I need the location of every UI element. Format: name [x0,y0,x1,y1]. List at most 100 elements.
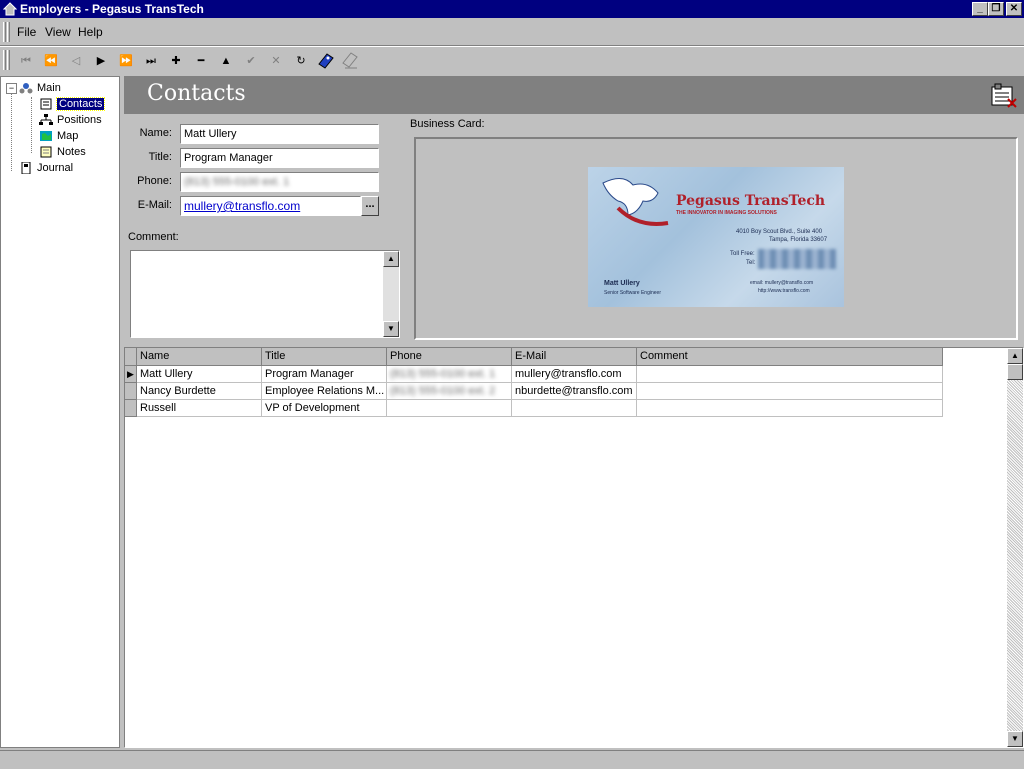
refresh-button[interactable]: ↻ [290,51,312,71]
goto-bookmark-icon[interactable] [341,51,361,71]
tree-item-contacts[interactable]: Contacts [39,96,106,112]
grid-scroll-down-icon[interactable]: ▼ [1007,731,1023,747]
next-page-button[interactable]: ⏩ [115,51,137,71]
tree-item-main[interactable]: Main [19,80,61,96]
row-indicator[interactable] [125,383,137,400]
email-ellipsis-button[interactable]: ... [361,196,379,216]
card-tagline: THE INNOVATOR IN IMAGING SOLUTIONS [676,210,777,216]
row-indicator[interactable] [125,400,137,417]
contacts-grid[interactable]: Name Title Phone E-Mail Comment ▶ Matt U… [124,347,1024,748]
menu-bar: File View Help [0,19,1024,46]
column-header-title[interactable]: Title [262,348,387,366]
title-bar[interactable]: Employers - Pegasus TransTech _ ❐ ✕ [0,0,1024,18]
table-cell-phone[interactable]: (813) 555-0100 ext. 1 [387,366,512,383]
business-card-image: Pegasus TransTech THE INNOVATOR IN IMAGI… [588,167,844,307]
card-web: http://www.transflo.com [758,288,810,294]
cancel-edit-button[interactable]: ✕ [265,51,287,71]
tree-item-journal[interactable]: Journal [19,160,73,176]
phone-label: Phone: [137,175,172,187]
scroll-down-arrow-icon[interactable]: ▼ [383,321,399,337]
restore-button[interactable]: ❐ [988,2,1004,16]
tree-label-journal: Journal [37,162,74,174]
main-icon [19,83,33,94]
post-edit-button[interactable]: ✔ [240,51,262,71]
title-field[interactable]: Program Manager [180,148,379,168]
menu-grip-2[interactable] [7,22,10,42]
status-bar [0,750,1024,769]
table-cell-email[interactable]: mullery@transflo.com [512,366,637,383]
menu-file[interactable]: File [17,25,36,39]
navigation-tree[interactable]: − Main Contacts Positions Map Notes Jour… [0,76,120,748]
card-tollfree: Toll Free: [730,251,755,257]
business-card-label: Business Card: [410,118,485,130]
menu-view[interactable]: View [45,25,71,39]
page-header: Contacts [124,76,1024,114]
tree-label-contacts: Contacts [55,97,106,111]
email-label: E-Mail: [137,199,172,211]
close-button[interactable]: ✕ [1006,2,1022,16]
last-record-button[interactable]: ⏭ [140,51,162,71]
tree-line [11,93,13,171]
bookmark-icon[interactable] [317,52,335,70]
column-header-phone[interactable]: Phone [387,348,512,366]
tree-item-map[interactable]: Map [39,128,78,144]
column-header-name[interactable]: Name [137,348,262,366]
card-tel: Tel: [746,260,756,266]
navigator-toolbar: ⏮ ⏪ ◁ ▶ ⏩ ⏭ ✚ ━ ▲ ✔ ✕ ↻ [0,46,1024,75]
minimize-button[interactable]: _ [972,2,988,16]
table-cell-title[interactable]: Program Manager [262,366,387,383]
column-header-email[interactable]: E-Mail [512,348,637,366]
prior-record-button[interactable]: ◁ [65,51,87,71]
page-title: Contacts [147,81,246,106]
email-link[interactable]: mullery@transflo.com [184,199,300,213]
name-label: Name: [139,127,172,139]
tree-label-notes: Notes [57,146,86,158]
scroll-up-arrow-icon[interactable]: ▲ [383,251,399,267]
map-icon [40,131,52,142]
toolbar-grip[interactable] [3,50,6,70]
table-cell-name[interactable]: Russell [137,400,262,417]
email-field[interactable]: mullery@transflo.com [180,196,361,216]
phone-value: (813) 555-0100 ext. 1 [184,176,290,188]
insert-record-button[interactable]: ✚ [165,51,187,71]
notes-icon [40,146,52,158]
table-cell-phone[interactable]: (813) 555-0100 ext. 2 [387,383,512,400]
column-header-comment[interactable]: Comment [637,348,943,366]
grid-vertical-scrollbar[interactable]: ▲ ▼ [1007,348,1023,747]
menu-help[interactable]: Help [78,25,103,39]
row-indicator-current[interactable]: ▶ [125,366,137,383]
toolbar-grip-2[interactable] [7,50,10,70]
journal-icon [21,162,31,175]
table-cell-email[interactable] [512,400,637,417]
next-record-button[interactable]: ▶ [90,51,112,71]
grid-scroll-thumb[interactable] [1007,364,1023,380]
tree-label-positions: Positions [57,114,102,126]
table-cell-name[interactable]: Nancy Burdette [137,383,262,400]
table-cell-title[interactable]: VP of Development [262,400,387,417]
phone-field[interactable]: (813) 555-0100 ext. 1 [180,172,379,192]
tree-label-main: Main [37,82,61,94]
tree-item-notes[interactable]: Notes [39,144,86,160]
table-cell-phone[interactable] [387,400,512,417]
table-cell-name[interactable]: Matt Ullery [137,366,262,383]
table-cell-title[interactable]: Employee Relations M... [262,383,387,400]
comment-label: Comment: [128,231,179,243]
grid-scroll-up-icon[interactable]: ▲ [1007,348,1023,364]
table-cell-email[interactable]: nburdette@transflo.com [512,383,637,400]
comment-field[interactable]: ▲ ▼ [130,250,400,338]
first-record-button[interactable]: ⏮ [15,51,37,71]
delete-record-button[interactable]: ━ [190,51,212,71]
card-address1: 4010 Boy Scout Blvd., Suite 400 [736,229,823,235]
tree-item-positions[interactable]: Positions [39,112,102,128]
table-cell-comment[interactable] [637,383,943,400]
prior-page-button[interactable]: ⏪ [40,51,62,71]
table-cell-comment[interactable] [637,400,943,417]
table-cell-comment[interactable] [637,366,943,383]
menu-grip[interactable] [3,22,6,42]
card-phone-redacted [758,249,836,269]
name-field[interactable]: Matt Ullery [180,124,379,144]
window-title: Employers - Pegasus TransTech [20,2,204,16]
app-icon[interactable] [3,2,17,16]
edit-record-button[interactable]: ▲ [215,51,237,71]
comment-scrollbar[interactable]: ▲ ▼ [383,251,399,337]
